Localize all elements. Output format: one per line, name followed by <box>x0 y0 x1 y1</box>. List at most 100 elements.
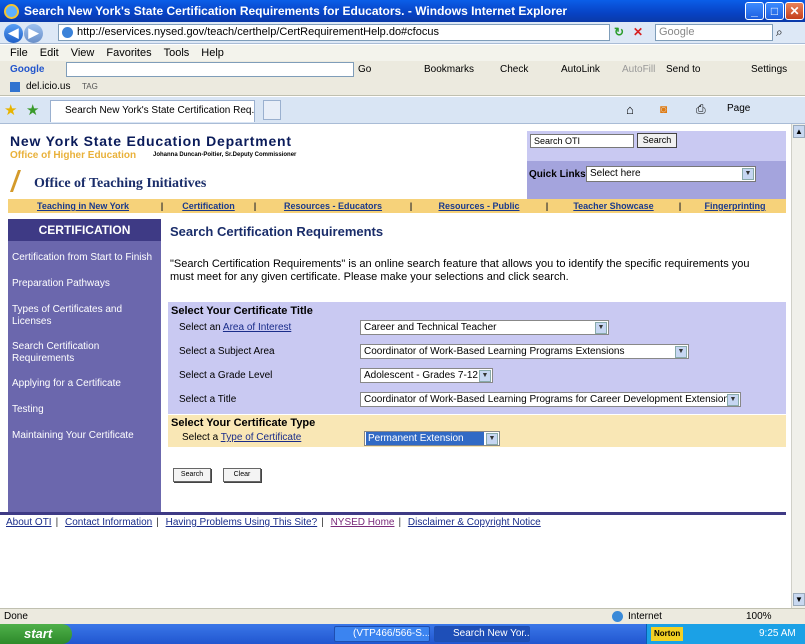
title-value: Coordinator of Work-Based Learning Progr… <box>364 394 729 405</box>
chevron-down-icon: ▼ <box>595 322 607 334</box>
footer-nysed-home[interactable]: NYSED Home <box>331 517 395 528</box>
scroll-up-icon[interactable]: ▲ <box>793 125 805 138</box>
nav-certification[interactable]: Certification <box>166 199 251 213</box>
grade-value: Adolescent - Grades 7-12 <box>364 370 478 381</box>
sidebar-item-preparation-pathways[interactable]: Preparation Pathways <box>12 278 158 290</box>
type-of-certificate-link[interactable]: Type of Certificate <box>221 432 302 443</box>
nav-teaching-in-new-york[interactable]: Teaching in New York <box>8 199 158 213</box>
menu-bar: File Edit View Favorites Tools Help <box>0 45 805 61</box>
check-button[interactable]: Check <box>500 61 528 78</box>
menu-edit[interactable]: Edit <box>40 45 59 61</box>
forward-button[interactable]: ▶ <box>24 24 43 43</box>
autolink-button[interactable]: AutoLink <box>561 61 600 78</box>
print-icon[interactable]: ⎙ <box>696 102 706 117</box>
office-name: Office of Higher Education <box>10 150 136 161</box>
area-select[interactable]: Career and Technical Teacher ▼ <box>360 320 609 335</box>
maximize-button[interactable]: □ <box>765 2 784 20</box>
org-title: New York State Education Department <box>10 133 292 149</box>
favorites-star-icon[interactable]: ★ <box>4 101 17 119</box>
bookmarks-button[interactable]: Bookmarks <box>424 61 474 78</box>
sidebar: CERTIFICATION Certification from Start t… <box>8 219 161 512</box>
menu-help[interactable]: Help <box>201 45 224 61</box>
taskbar-item-search[interactable]: Search New Yor... <box>434 626 530 642</box>
area-of-interest-link[interactable]: Area of Interest <box>223 322 291 333</box>
area-label: Select an Area of Interest <box>179 322 291 333</box>
send-to-button[interactable]: Send to <box>666 61 700 78</box>
settings-button[interactable]: Settings <box>751 61 787 78</box>
nav-resources-educators[interactable]: Resources - Educators <box>259 199 407 213</box>
close-button[interactable]: ✕ <box>785 2 804 20</box>
add-favorites-icon[interactable]: ★ <box>26 101 39 119</box>
delicious-toolbar: del.icio.us TAG <box>0 78 805 96</box>
refresh-icon[interactable]: ↻ <box>614 25 629 40</box>
menu-file[interactable]: File <box>10 45 28 61</box>
taskbar-item-vtp[interactable]: (VTP466/566-S... <box>334 626 430 642</box>
security-zone: Internet <box>628 609 662 624</box>
nav-resources-public[interactable]: Resources - Public <box>415 199 543 213</box>
sidebar-item-types-of-certificates[interactable]: Types of Certificates and Licenses <box>12 304 158 328</box>
sidebar-heading: CERTIFICATION <box>8 219 161 241</box>
intro-text: "Search Certification Requirements" is a… <box>170 258 776 284</box>
home-icon[interactable]: ⌂ <box>626 102 634 117</box>
search-oti-button[interactable]: Search <box>637 133 677 148</box>
tab-active[interactable]: Search New York's State Certification Re… <box>50 100 255 122</box>
url-input[interactable]: http://eservices.nysed.gov/teach/certhel… <box>58 24 610 41</box>
tag-button[interactable]: TAG <box>82 78 98 96</box>
sidebar-item-search-requirements[interactable]: Search Certification Requirements <box>12 341 158 365</box>
feeds-icon[interactable]: ◙ <box>660 102 667 116</box>
minimize-button[interactable]: _ <box>745 2 764 20</box>
zoom-level[interactable]: 100% <box>746 609 772 624</box>
chevron-down-icon: ▼ <box>675 346 687 358</box>
footer-contact[interactable]: Contact Information <box>65 517 152 528</box>
title-select[interactable]: Coordinator of Work-Based Learning Progr… <box>360 392 741 407</box>
sidebar-item-start-to-finish[interactable]: Certification from Start to Finish <box>12 252 158 264</box>
nav-teacher-showcase[interactable]: Teacher Showcase <box>551 199 676 213</box>
footer-disclaimer[interactable]: Disclaimer & Copyright Notice <box>408 517 541 528</box>
sidebar-item-applying[interactable]: Applying for a Certificate <box>12 378 158 390</box>
status-bar: Done Internet 100% <box>0 608 805 624</box>
google-search-input[interactable] <box>66 62 354 77</box>
autofill-button[interactable]: AutoFill <box>622 61 655 78</box>
type-label: Select a Type of Certificate <box>182 432 301 443</box>
footer-about-oti[interactable]: About OTI <box>6 517 52 528</box>
grade-label: Select a Grade Level <box>179 370 272 381</box>
type-select[interactable]: Permanent Extension▼ <box>364 431 500 446</box>
page-viewport: New York State Education Department Offi… <box>0 124 791 608</box>
subject-select[interactable]: Coordinator of Work-Based Learning Progr… <box>360 344 689 359</box>
stop-icon[interactable]: ✕ <box>633 25 648 40</box>
footer-problems[interactable]: Having Problems Using This Site? <box>166 517 318 528</box>
sidebar-item-testing[interactable]: Testing <box>12 404 158 416</box>
new-tab-button[interactable] <box>263 100 281 120</box>
oti-logo[interactable]: Office of Teaching Initiatives <box>14 170 206 192</box>
taskbar: start (VTP466/566-S... Search New Yor...… <box>0 624 805 644</box>
type-section-heading: Select Your Certificate Type <box>171 417 315 429</box>
start-button[interactable]: start <box>0 624 72 644</box>
footer-links: About OTI| Contact Information| Having P… <box>6 517 541 528</box>
scroll-down-icon[interactable]: ▼ <box>793 593 805 606</box>
chevron-down-icon: ▼ <box>479 370 491 382</box>
page-menu[interactable]: Page <box>727 103 750 114</box>
ie-logo-icon <box>4 4 19 19</box>
google-go-button[interactable]: Go <box>358 61 371 78</box>
system-tray: Norton 9:25 AM <box>646 624 805 644</box>
area-value: Career and Technical Teacher <box>364 322 497 333</box>
type-prefix: Select a <box>182 432 221 443</box>
menu-tools[interactable]: Tools <box>164 45 190 61</box>
search-button[interactable]: Search <box>173 468 211 482</box>
menu-view[interactable]: View <box>71 45 95 61</box>
browser-search-input[interactable]: Google <box>655 24 773 41</box>
menu-favorites[interactable]: Favorites <box>106 45 151 61</box>
grade-select[interactable]: Adolescent - Grades 7-12▼ <box>360 368 493 383</box>
search-oti-input[interactable]: Search OTI <box>530 134 634 148</box>
sidebar-item-maintaining[interactable]: Maintaining Your Certificate <box>12 430 158 442</box>
window-titlebar: Search New York's State Certification Re… <box>0 0 805 22</box>
nav-fingerprinting[interactable]: Fingerprinting <box>684 199 786 213</box>
search-icon[interactable]: ⌕ <box>776 25 783 40</box>
clear-button[interactable]: Clear <box>223 468 261 482</box>
google-toolbar: Google Go Bookmarks Check AutoLink AutoF… <box>0 61 805 78</box>
delicious-label[interactable]: del.icio.us <box>26 78 70 96</box>
back-button[interactable]: ◀ <box>4 24 23 43</box>
norton-badge[interactable]: Norton <box>651 627 683 641</box>
quick-links-select[interactable]: Select here▼ <box>586 166 756 182</box>
vertical-scrollbar[interactable]: ▲ ▼ <box>791 124 805 608</box>
